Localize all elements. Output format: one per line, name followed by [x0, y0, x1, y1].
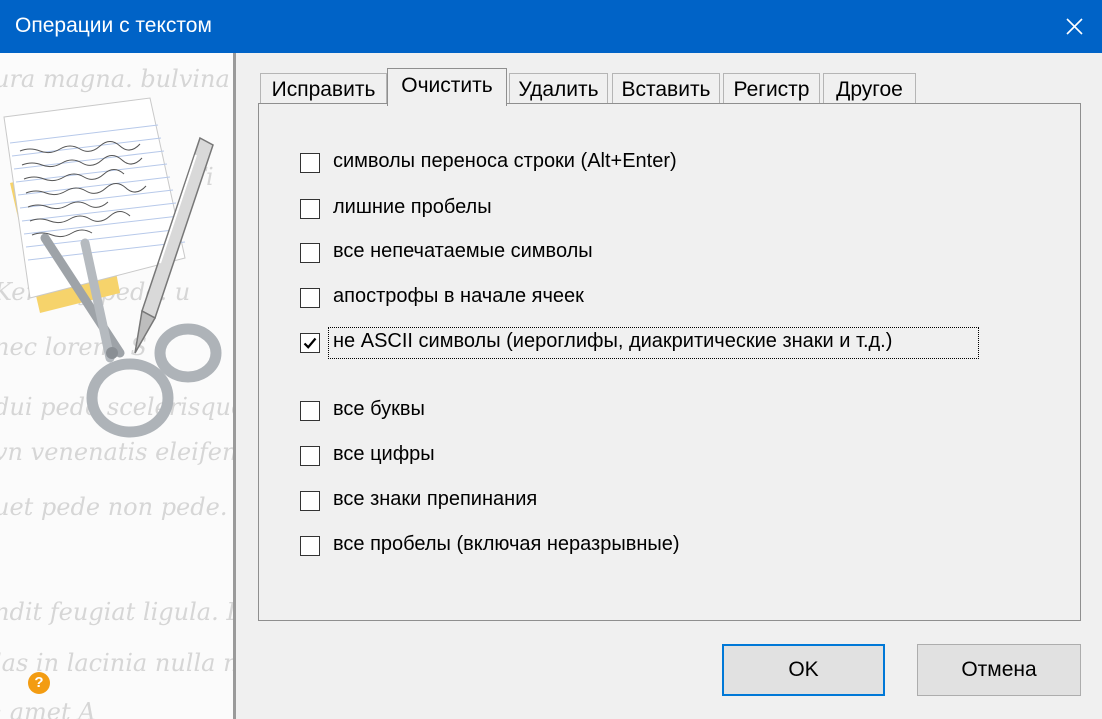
help-button[interactable]: ?	[28, 672, 50, 694]
tab-label: Очистить	[401, 74, 493, 97]
tab-panel-clear: символы переноса строки (Alt+Enter) лишн…	[258, 103, 1081, 621]
cancel-label: Отмена	[961, 658, 1037, 681]
tab-label: Регистр	[733, 78, 810, 101]
checkbox[interactable]	[300, 401, 320, 421]
tab-label: Удалить	[518, 78, 599, 101]
ok-button[interactable]: OK	[722, 644, 885, 696]
tab-clear[interactable]: Очистить	[387, 68, 507, 106]
option-label: все непечатаемые символы	[333, 240, 593, 262]
option-label: все знаки препинания	[333, 488, 538, 510]
tab-insert[interactable]: Вставить	[612, 73, 720, 105]
checkbox[interactable]	[300, 243, 320, 263]
option-label: все буквы	[333, 398, 425, 420]
tab-other[interactable]: Другое	[823, 73, 916, 105]
document-scissors-pen-illustration	[3, 97, 222, 438]
option-label: лишние пробелы	[333, 196, 492, 218]
checkbox[interactable]	[300, 491, 320, 511]
tab-fix[interactable]: Исправить	[260, 73, 387, 105]
tab-label: Исправить	[271, 78, 376, 101]
title-bar: Операции с текстом	[0, 0, 1102, 53]
checkbox[interactable]	[300, 446, 320, 466]
checkbox[interactable]	[300, 153, 320, 173]
checkbox[interactable]	[300, 536, 320, 556]
cancel-button[interactable]: Отмена	[917, 644, 1081, 696]
option-label: символы переноса строки (Alt+Enter)	[333, 150, 677, 172]
checkbox-checked[interactable]	[300, 333, 320, 353]
tab-case[interactable]: Регистр	[723, 73, 820, 105]
checkmark-icon	[303, 337, 317, 349]
checkbox[interactable]	[300, 288, 320, 308]
option-label: не ASCII символы (иероглифы, диакритичес…	[333, 330, 893, 352]
option-label: апострофы в начале ячеек	[333, 285, 584, 307]
close-icon	[1066, 18, 1083, 35]
help-icon: ?	[34, 674, 44, 691]
window-title: Операции с текстом	[15, 14, 212, 37]
option-label: все цифры	[333, 443, 435, 465]
decorative-side-panel: ura magna. bulvina Ti Kerr uiy pede. u n…	[0, 53, 236, 719]
close-button[interactable]	[1047, 0, 1102, 53]
ok-label: OK	[788, 658, 819, 681]
option-label: все пробелы (включая неразрывные)	[333, 533, 680, 555]
tab-label: Вставить	[621, 78, 711, 101]
checkbox[interactable]	[300, 199, 320, 219]
tab-delete[interactable]: Удалить	[509, 73, 608, 105]
tab-label: Другое	[836, 78, 903, 101]
